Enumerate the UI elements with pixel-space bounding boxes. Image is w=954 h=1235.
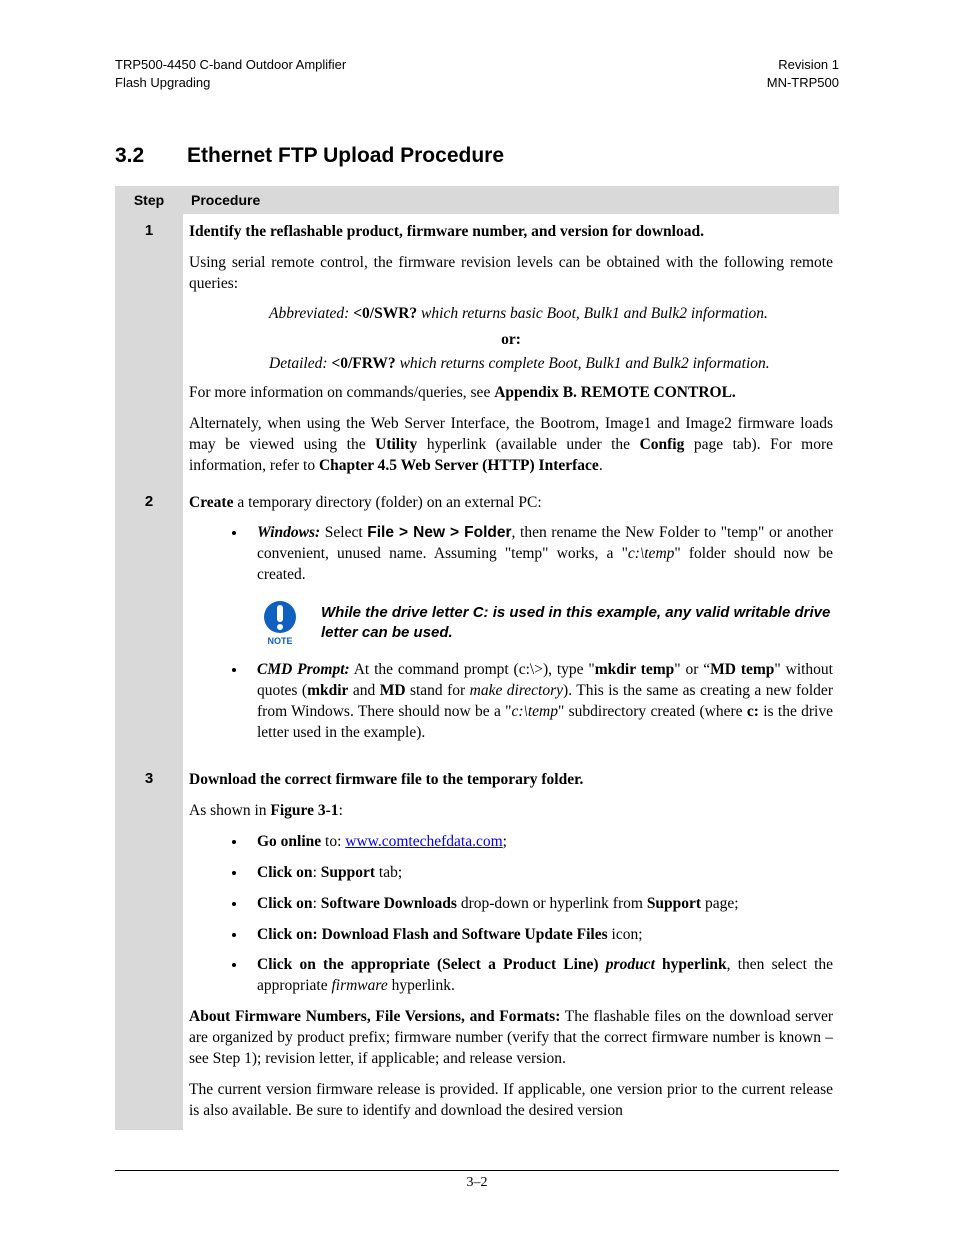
website-link[interactable]: www.comtechefdata.com (345, 833, 502, 850)
header-docnum: MN-TRP500 (767, 74, 839, 92)
step1-abbrev: Abbreviated: <0/SWR? which returns basic… (269, 305, 833, 323)
step-number: 2 (115, 485, 183, 762)
table-row: 2 Create a temporary directory (folder) … (115, 485, 839, 762)
header-left: TRP500-4450 C-band Outdoor Amplifier Fla… (115, 56, 346, 91)
heading-title: Ethernet FTP Upload Procedure (187, 144, 504, 168)
list-item: Click on the appropriate (Select a Produ… (247, 955, 833, 997)
step3-p2: About Firmware Numbers, File Versions, a… (189, 1007, 833, 1070)
step3-title: Download the correct firmware file to th… (189, 771, 583, 788)
heading-number: 3.2 (115, 144, 187, 168)
step3-p1: As shown in Figure 3-1: (189, 801, 833, 822)
page-header: TRP500-4450 C-band Outdoor Amplifier Fla… (115, 56, 839, 91)
section-heading: 3.2 Ethernet FTP Upload Procedure (115, 144, 839, 168)
header-product: TRP500-4450 C-band Outdoor Amplifier (115, 56, 346, 74)
list-item: Click on: Download Flash and Software Up… (247, 925, 833, 946)
page-footer: 3–2 (115, 1170, 839, 1191)
step1-p3: Alternately, when using the Web Server I… (189, 414, 833, 477)
step3-list: Go online to: www.comtechefdata.com; Cli… (247, 832, 833, 998)
header-revision: Revision 1 (767, 56, 839, 74)
step-number: 1 (115, 214, 183, 484)
header-section: Flash Upgrading (115, 74, 346, 92)
header-right: Revision 1 MN-TRP500 (767, 56, 839, 91)
th-procedure: Procedure (183, 186, 839, 214)
table-row: 1 Identify the reflashable product, firm… (115, 214, 839, 484)
step-content: Identify the reflashable product, firmwa… (183, 214, 839, 484)
step-number: 3 (115, 762, 183, 1130)
step-content: Download the correct firmware file to th… (183, 762, 839, 1130)
list-item: Windows: Select File > New > Folder, the… (247, 523, 833, 586)
step1-or: or: (501, 331, 521, 348)
step2-lead: Create a temporary directory (folder) on… (189, 493, 833, 514)
step1-detail: Detailed: <0/FRW? which returns complete… (269, 355, 833, 373)
step1-title: Identify the reflashable product, firmwa… (189, 223, 704, 240)
step-content: Create a temporary directory (folder) on… (183, 485, 839, 762)
note-icon: NOTE (259, 600, 301, 646)
note-text: While the drive letter C: is used in thi… (321, 603, 833, 644)
list-item: Click on: Support tab; (247, 863, 833, 884)
list-item: Click on: Software Downloads drop-down o… (247, 894, 833, 915)
step3-p3: The current version firmware release is … (189, 1080, 833, 1122)
step2-list2: CMD Prompt: At the command prompt (c:\>)… (247, 660, 833, 744)
page: TRP500-4450 C-band Outdoor Amplifier Fla… (0, 0, 954, 1235)
procedure-table: Step Procedure 1 Identify the reflashabl… (115, 186, 839, 1130)
list-item: CMD Prompt: At the command prompt (c:\>)… (247, 660, 833, 744)
table-header-row: Step Procedure (115, 186, 839, 214)
step1-p1: Using serial remote control, the firmwar… (189, 253, 833, 295)
list-item: Go online to: www.comtechefdata.com; (247, 832, 833, 853)
step1-p2: For more information on commands/queries… (189, 383, 833, 404)
note-callout: NOTE While the drive letter C: is used i… (259, 600, 833, 646)
th-step: Step (115, 186, 183, 214)
step2-list: Windows: Select File > New > Folder, the… (247, 523, 833, 586)
table-row: 3 Download the correct firmware file to … (115, 762, 839, 1130)
